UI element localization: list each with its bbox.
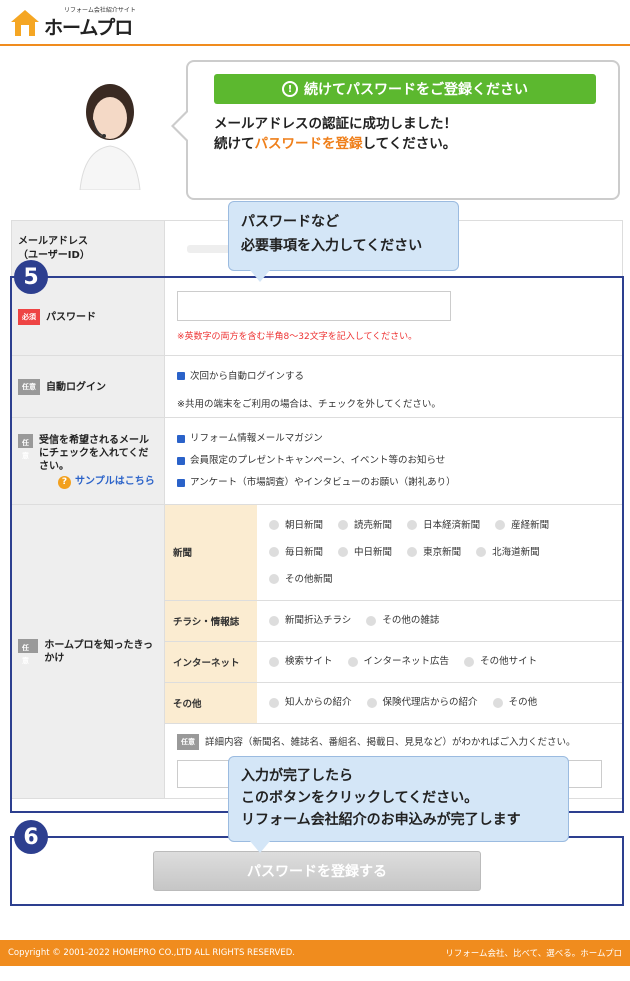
bubble-tail-inner bbox=[174, 112, 188, 140]
tip-step6-line2: このボタンをクリックしてください。 bbox=[241, 790, 479, 806]
bubble-line-1: メールアドレスの認証に成功しました！ bbox=[214, 116, 457, 132]
step6-number: 6 bbox=[14, 820, 48, 854]
register-password-button[interactable]: パスワードを登録する bbox=[153, 851, 481, 891]
house-logo-icon bbox=[11, 10, 39, 36]
notice-banner-text: 続けてパスワードをご登録ください bbox=[304, 82, 528, 98]
tip-step6-line1: 入力が完了したら bbox=[241, 768, 353, 784]
site-logo[interactable]: ホームプロ bbox=[44, 13, 133, 40]
bubble-message: メールアドレスの認証に成功しました！ 続けてパスワードを登録してください。 bbox=[214, 114, 457, 154]
copyright-text: Copyright © 2001-2022 HOMEPRO CO.,LTD AL… bbox=[8, 948, 295, 958]
exclamation-icon: ! bbox=[282, 81, 298, 97]
notice-banner: ! 続けてパスワードをご登録ください bbox=[214, 74, 596, 104]
operator-avatar bbox=[60, 72, 160, 191]
tip-step5: パスワードなど 必要事項を入力してください bbox=[228, 201, 459, 271]
tip-step6-tail bbox=[250, 841, 270, 853]
tip-step6: 入力が完了したら このボタンをクリックしてください。 リフォーム会社紹介のお申込… bbox=[228, 756, 569, 842]
message-bubble: ! 続けてパスワードをご登録ください メールアドレスの認証に成功しました！ 続け… bbox=[186, 60, 620, 200]
bubble-line-2: 続けてパスワードを登録してください。 bbox=[214, 136, 457, 152]
step5-number: 5 bbox=[14, 260, 48, 294]
site-header: リフォーム会社紹介サイト ホームプロ bbox=[0, 0, 630, 46]
step5-highlight bbox=[10, 276, 624, 813]
tip-step5-tail bbox=[250, 270, 270, 282]
tip-step6-line3: リフォーム会社紹介のお申込みが完了します bbox=[241, 812, 521, 828]
tip-step5-line1: パスワードなど bbox=[241, 214, 339, 230]
site-footer: Copyright © 2001-2022 HOMEPRO CO.,LTD AL… bbox=[0, 940, 630, 966]
footer-slogan: リフォーム会社、比べて、選べる。ホームプロ bbox=[445, 949, 622, 959]
tip-step5-line2: 必要事項を入力してください bbox=[241, 238, 423, 254]
